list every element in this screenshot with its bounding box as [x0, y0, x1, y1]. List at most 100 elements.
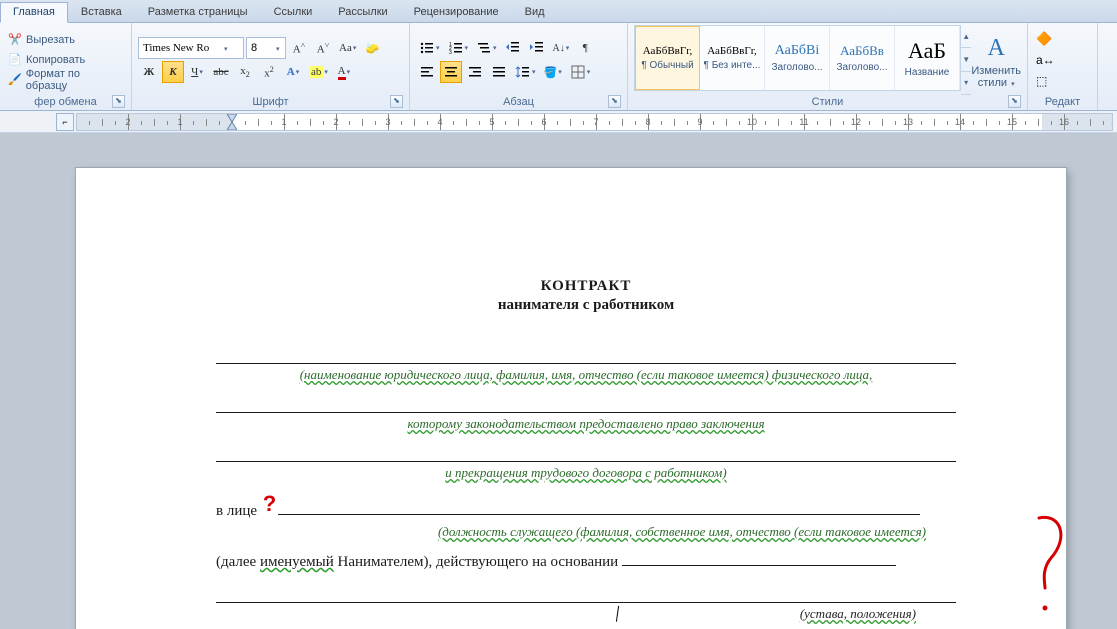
ribbon-tabbar: Главная Вставка Разметка страницы Ссылки…	[0, 0, 1117, 23]
chevron-down-icon[interactable]	[275, 42, 280, 54]
styles-gallery: АаБбВвГг,¶ ОбычныйАаБбВвГг,¶ Без инте...…	[634, 25, 961, 91]
group-clipboard: ✂️ Вырезать 📄 Копировать 🖌️ Формат по об…	[0, 23, 132, 110]
align-center-button[interactable]	[440, 61, 462, 83]
group-styles-label: Стили ⬊	[634, 95, 1021, 110]
clear-formatting-button[interactable]: 🧽	[361, 37, 383, 59]
bullets-button[interactable]	[416, 37, 443, 59]
grow-font-button[interactable]: A˄	[288, 37, 310, 59]
text-effects-button[interactable]: A	[282, 61, 304, 83]
tab-mail[interactable]: Рассылки	[325, 2, 400, 22]
font-launcher[interactable]: ⬊	[390, 95, 403, 108]
shading-button[interactable]: 🪣	[541, 61, 565, 83]
copy-button[interactable]: 📄 Копировать	[6, 50, 125, 70]
font-size-input[interactable]	[251, 42, 275, 54]
group-font-label: Шрифт ⬊	[138, 95, 403, 110]
group-styles: АаБбВвГг,¶ ОбычныйАаБбВвГг,¶ Без инте...…	[628, 23, 1028, 110]
style-item-1[interactable]: АаБбВвГг,¶ Без инте...	[700, 26, 765, 90]
svg-text:3: 3	[449, 50, 452, 56]
tab-home[interactable]: Главная	[0, 2, 68, 23]
copy-icon: 📄	[8, 53, 22, 67]
group-editing-label: Редакт	[1034, 95, 1091, 110]
align-left-button[interactable]	[416, 61, 438, 83]
ribbon: ✂️ Вырезать 📄 Копировать 🖌️ Формат по об…	[0, 23, 1117, 111]
highlight-button[interactable]: ab	[306, 61, 331, 83]
increase-indent-button[interactable]	[526, 37, 548, 59]
decrease-indent-button[interactable]	[502, 37, 524, 59]
sort-button[interactable]: A↓	[550, 37, 573, 59]
numbering-button[interactable]: 123	[445, 37, 472, 59]
styles-launcher[interactable]: ⬊	[1008, 95, 1021, 108]
replace-button[interactable]: a↔	[1034, 50, 1091, 70]
paragraph-launcher[interactable]: ⬊	[608, 95, 621, 108]
underline-button[interactable]: Ч	[186, 61, 208, 83]
justify-button[interactable]	[488, 61, 510, 83]
styles-more-button[interactable]: ▾	[961, 72, 971, 95]
tab-insert[interactable]: Вставка	[68, 2, 135, 22]
subscript-button[interactable]: x2	[234, 61, 256, 83]
bold-button[interactable]: Ж	[138, 61, 160, 83]
horizontal-ruler[interactable]: 211234567891011121314151617	[76, 113, 1113, 131]
show-marks-button[interactable]: ¶	[574, 37, 596, 59]
superscript-button[interactable]: x2	[258, 61, 280, 83]
document-content[interactable]: КОНТРАКТ нанимателя с работником (наимен…	[216, 278, 956, 629]
font-size-picker[interactable]	[246, 37, 286, 59]
outdent-icon	[505, 40, 521, 56]
find-button[interactable]: 🔶	[1034, 29, 1091, 49]
font-color-button[interactable]: A	[333, 61, 355, 83]
blank-line-5	[216, 585, 956, 603]
line-spacing-button[interactable]	[512, 61, 539, 83]
caption-4: (должность служащего (фамилия, собственн…	[216, 524, 956, 540]
tab-refs[interactable]: Ссылки	[261, 2, 326, 22]
change-case-button[interactable]: Aa	[336, 37, 359, 59]
group-editing: 🔶 a↔ ⬚ Редакт	[1028, 23, 1098, 110]
strikethrough-button[interactable]: abc	[210, 61, 232, 83]
blank-line-3	[216, 444, 956, 462]
align-left-icon	[419, 64, 435, 80]
italic-button[interactable]: К	[162, 61, 184, 83]
shrink-font-button[interactable]: A˅	[312, 37, 334, 59]
chevron-down-icon[interactable]	[223, 42, 228, 54]
font-family-input[interactable]	[143, 42, 223, 54]
tab-view[interactable]: Вид	[512, 2, 558, 22]
cut-label: Вырезать	[26, 34, 75, 46]
style-item-2[interactable]: АаБбВіЗаголово...	[765, 26, 830, 90]
para-vlitse: в лице ?	[216, 495, 956, 521]
style-item-4[interactable]: АаБНазвание	[895, 26, 960, 90]
para-dalee1: (далее именуемый Нанимателем), действующ…	[216, 554, 956, 571]
red-annotation-right	[1031, 508, 1071, 628]
font-family-picker[interactable]	[138, 37, 244, 59]
tab-selector[interactable]: ⌐	[56, 113, 74, 131]
caption-3: и прекращения трудового договора с работ…	[216, 465, 956, 481]
select-button[interactable]: ⬚	[1034, 71, 1091, 91]
multilevel-icon	[476, 40, 492, 56]
select-icon: ⬚	[1036, 74, 1047, 88]
borders-icon	[570, 64, 586, 80]
indent-marker-hang[interactable]	[227, 122, 237, 130]
cut-button[interactable]: ✂️ Вырезать	[6, 30, 125, 50]
eraser-icon: 🧽	[365, 42, 379, 55]
numbering-icon: 123	[448, 40, 464, 56]
document-page[interactable]: КОНТРАКТ нанимателя с работником (наимен…	[76, 168, 1066, 629]
justify-icon	[491, 64, 507, 80]
borders-button[interactable]	[567, 61, 594, 83]
copy-label: Копировать	[26, 54, 85, 66]
align-center-icon	[443, 64, 459, 80]
styles-down-button[interactable]: ▼	[961, 48, 971, 71]
document-workspace: КОНТРАКТ нанимателя с работником (наимен…	[0, 133, 1117, 629]
clipboard-launcher[interactable]: ⬊	[112, 95, 125, 108]
tab-review[interactable]: Рецензирование	[401, 2, 512, 22]
style-item-0[interactable]: АаБбВвГг,¶ Обычный	[635, 26, 700, 90]
align-right-button[interactable]	[464, 61, 486, 83]
bullets-icon	[419, 40, 435, 56]
tab-layout[interactable]: Разметка страницы	[135, 2, 261, 22]
blank-line-1	[216, 346, 956, 364]
change-styles-button[interactable]: A Изменить стили	[971, 25, 1021, 95]
styles-up-button[interactable]: ▲	[961, 25, 971, 48]
group-paragraph: 123 A↓ ¶ 🪣 Абзац ⬊	[410, 23, 628, 110]
format-painter-button[interactable]: 🖌️ Формат по образцу	[6, 70, 125, 90]
doc-title: КОНТРАКТ	[216, 278, 956, 295]
multilevel-button[interactable]	[473, 37, 500, 59]
caption-2: которому законодательством предоставлено…	[216, 416, 956, 432]
indent-marker-first[interactable]	[227, 114, 237, 122]
style-item-3[interactable]: АаБбВвЗаголово...	[830, 26, 895, 90]
